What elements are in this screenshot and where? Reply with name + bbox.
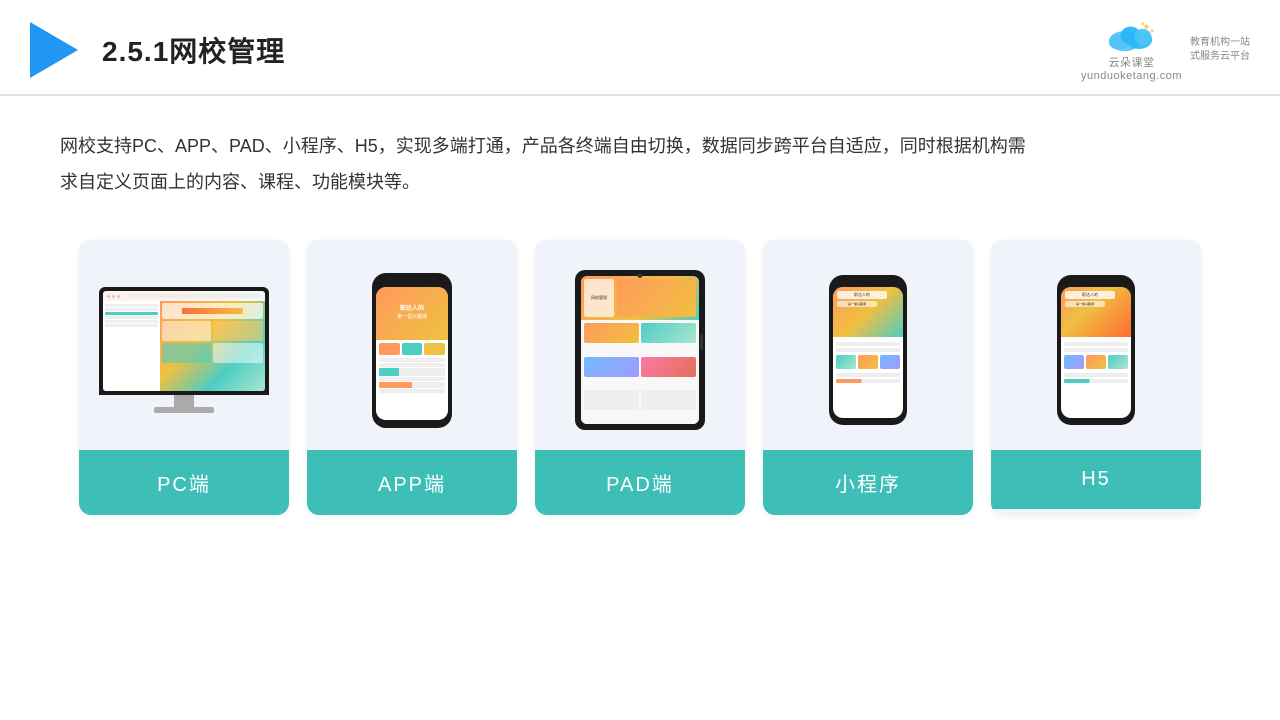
header: 2.5.1网校管理 云朵课堂 yunduoketang.com 教育机构一站式服… [0, 0, 1280, 96]
card-pad-image: 网校管理 [535, 240, 745, 450]
page-title: 2.5.1网校管理 [102, 30, 285, 70]
card-pad-label: PAD端 [535, 450, 745, 515]
desc-content: 网校支持PC、APP、PAD、小程序、H5，实现多端打通，产品各终端自由切换，数… [60, 136, 1026, 192]
pc-device-mockup [99, 287, 269, 413]
play-icon [30, 22, 78, 78]
card-app-image: 职达人的 第一堂兴趣课 [307, 240, 517, 450]
logo-domain: yunduoketang.com [1081, 70, 1182, 82]
logo-tagline: 教育机构一站式服务云平台 [1190, 36, 1250, 64]
card-pc-image [79, 240, 289, 450]
card-h5-image: 职达人的 第一堂兴趣课 [991, 240, 1201, 450]
brand-logo: 云朵课堂 yunduoketang.com [1081, 18, 1182, 82]
card-h5-label: H5 [991, 450, 1201, 509]
card-h5: 职达人的 第一堂兴趣课 [991, 240, 1201, 515]
pad-device-mockup: 网校管理 [575, 270, 705, 430]
cards-container: PC端 职达人的 第一堂兴趣课 [0, 210, 1280, 515]
header-left: 2.5.1网校管理 [30, 22, 285, 78]
miniapp-device-mockup: 职达人的 第一堂兴趣课 [829, 275, 907, 425]
card-miniapp-image: 职达人的 第一堂兴趣课 [763, 240, 973, 450]
cloud-svg-icon [1102, 18, 1162, 54]
card-app: 职达人的 第一堂兴趣课 [307, 240, 517, 515]
card-pc: PC端 [79, 240, 289, 515]
card-miniapp: 职达人的 第一堂兴趣课 [763, 240, 973, 515]
card-pad: 网校管理 PAD端 [535, 240, 745, 515]
card-miniapp-label: 小程序 [763, 450, 973, 515]
header-right: 云朵课堂 yunduoketang.com 教育机构一站式服务云平台 [1081, 18, 1250, 82]
card-pc-label: PC端 [79, 450, 289, 515]
app-device-mockup: 职达人的 第一堂兴趣课 [372, 273, 452, 428]
h5-device-mockup: 职达人的 第一堂兴趣课 [1057, 275, 1135, 425]
description-text: 网校支持PC、APP、PAD、小程序、H5，实现多端打通，产品各终端自由切换，数… [0, 96, 1100, 210]
card-app-label: APP端 [307, 450, 517, 515]
logo-name: 云朵课堂 [1109, 54, 1155, 70]
